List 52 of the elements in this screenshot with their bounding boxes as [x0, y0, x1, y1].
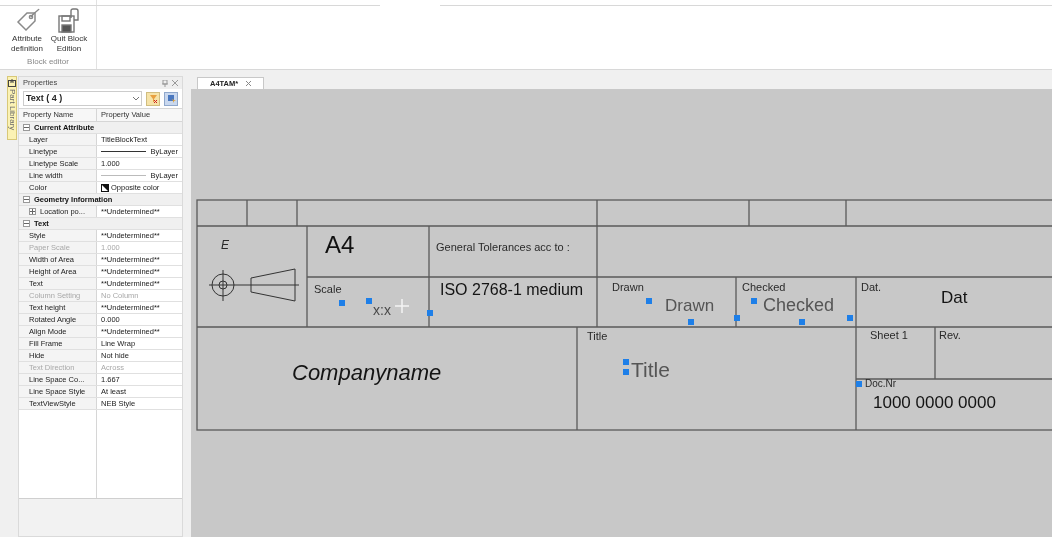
field-value: A4: [325, 233, 355, 257]
floppy-disk-icon: [57, 8, 81, 34]
crosshair-cursor-icon: [395, 299, 409, 313]
filter-button[interactable]: [146, 91, 160, 106]
field-value: Companyname: [292, 362, 442, 384]
field-label: Sheet 1: [870, 330, 908, 341]
field-label: E: [221, 239, 229, 251]
field-label: Scale: [314, 284, 342, 295]
chevron-down-icon: [133, 96, 139, 101]
ribbon-button[interactable]: Attribute definition: [7, 8, 47, 54]
expand-icon[interactable]: [29, 208, 36, 215]
field-value: Checked: [763, 296, 835, 314]
field-label: Dat.: [861, 282, 882, 293]
field-value: Dat: [941, 289, 968, 306]
field-value: x:x: [373, 303, 391, 317]
collapse-icon[interactable]: [23, 196, 30, 203]
line-sample: [101, 175, 147, 176]
select-button[interactable]: [164, 91, 178, 106]
selection-grip[interactable]: [646, 298, 652, 304]
selection-grip[interactable]: [339, 300, 345, 306]
filter-icon: [148, 94, 158, 103]
selection-grip[interactable]: [427, 310, 433, 316]
field-label: Checked: [742, 282, 786, 293]
selection-grip[interactable]: [688, 319, 694, 325]
object-dropdown[interactable]: Text ( 4 ): [23, 91, 142, 106]
selection-grip[interactable]: [734, 315, 740, 321]
field-value: 1000 0000 0000: [873, 394, 996, 411]
collapse-icon[interactable]: [23, 124, 30, 131]
selection-grip[interactable]: [366, 298, 372, 304]
field-value: Title: [631, 359, 670, 380]
field-label: General Tolerances acc to :: [436, 242, 570, 253]
close-icon[interactable]: [246, 81, 252, 86]
selection-grip[interactable]: [751, 298, 757, 304]
ribbon-group-label: Block editor: [27, 56, 69, 68]
selection-grip[interactable]: [847, 315, 853, 321]
library-icon: [8, 79, 16, 87]
line-sample: [101, 151, 147, 152]
close-icon[interactable]: [172, 79, 178, 86]
field-label: Rev.: [939, 330, 961, 341]
field-label: Title: [587, 331, 608, 342]
selection-grip[interactable]: [799, 319, 805, 325]
field-label: Drawn: [612, 282, 644, 293]
collapse-icon[interactable]: [23, 220, 30, 227]
field-value: Drawn: [665, 297, 715, 314]
field-label: Doc.Nr: [865, 379, 897, 389]
side-tab[interactable]: Part Library: [7, 76, 17, 140]
tag-icon: [14, 8, 40, 34]
field-value: ISO 2768-1 medium: [440, 282, 584, 298]
selection-grip[interactable]: [856, 381, 862, 387]
select-objects-icon: [166, 94, 176, 103]
ribbon-button[interactable]: Quit Block Edition: [49, 8, 89, 54]
pin-icon[interactable]: [162, 79, 168, 87]
